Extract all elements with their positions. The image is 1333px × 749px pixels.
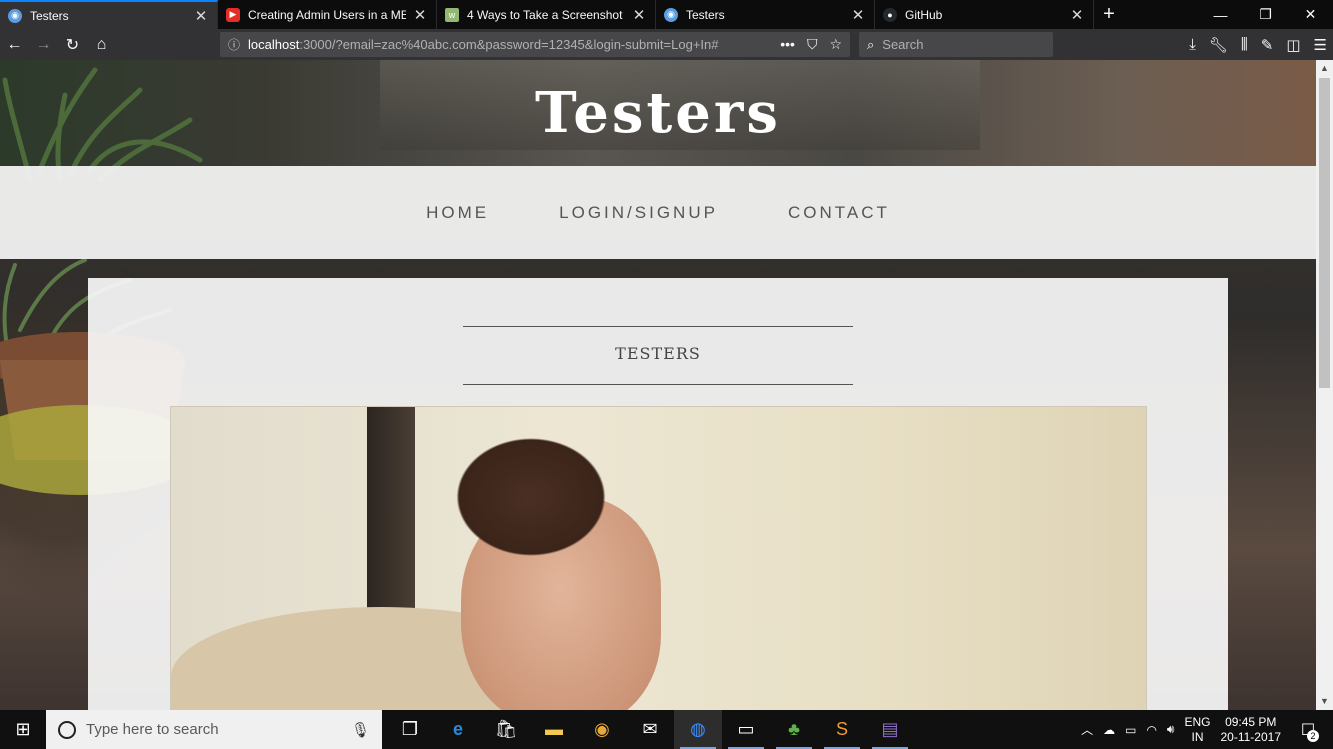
tab-title: Testers: [30, 8, 69, 23]
tab-wikihow[interactable]: w 4 Ways to Take a Screenshot on ✕: [437, 0, 656, 29]
site-nav: HOME LOGIN/SIGNUP CONTACT: [0, 166, 1316, 259]
heading-top-rule: [463, 326, 853, 327]
restore-icon[interactable]: ❐: [1243, 0, 1288, 29]
close-icon[interactable]: ✕: [193, 7, 209, 25]
store-icon[interactable]: 🛍︎: [482, 710, 530, 749]
microphone-icon[interactable]: 🎙︎: [351, 721, 370, 739]
lang-code: ENG: [1184, 714, 1211, 729]
nav-contact[interactable]: CONTACT: [788, 203, 890, 223]
winrar-icon[interactable]: ▤: [866, 710, 914, 749]
system-tray: ︿ ☁ ▭ ◠ 🔊︎ ENG IN 09:45 PM 20-11-2017 ☐ 2: [1081, 710, 1333, 749]
youtube-icon: ▶: [226, 7, 240, 22]
search-icon: ⌕: [867, 36, 875, 52]
back-icon[interactable]: ←: [0, 29, 29, 60]
new-tab-button[interactable]: +: [1094, 0, 1124, 29]
wikihow-icon: w: [445, 7, 459, 22]
info-icon[interactable]: ⓘ: [228, 36, 240, 53]
close-icon[interactable]: ✕: [850, 6, 866, 24]
menu-icon[interactable]: ☰: [1314, 36, 1327, 54]
section-heading: TESTERS: [615, 344, 701, 363]
file-explorer-icon[interactable]: ▬: [530, 710, 578, 749]
scrollbar-thumb[interactable]: [1319, 78, 1330, 388]
action-center-icon[interactable]: ☐ 2: [1291, 710, 1325, 749]
github-icon: ●: [883, 7, 897, 22]
firefox-icon[interactable]: ◍: [674, 710, 722, 749]
taskbar-apps: ❐ e 🛍︎ ▬ ◉ ✉ ◍ ▭ ♣ S ▤: [386, 710, 914, 749]
library-icon[interactable]: ⫼: [1241, 36, 1248, 53]
clock-time: 09:45 PM: [1225, 714, 1277, 729]
page-actions-icon[interactable]: •••: [780, 36, 795, 53]
page-viewport: Testers HOME LOGIN/SIGNUP CONTACT TESTER…: [0, 60, 1316, 710]
tab-github[interactable]: ● GitHub ✕: [875, 0, 1094, 29]
navigation-toolbar: ← → ↻ ⌂ ⓘ localhost :3000/?email=zac%40a…: [0, 29, 1333, 60]
clock[interactable]: 09:45 PM 20-11-2017: [1221, 715, 1282, 745]
onedrive-icon[interactable]: ☁: [1103, 723, 1115, 737]
tab-title: Creating Admin Users in a MEA: [248, 7, 406, 22]
url-path: :3000/?email=zac%40abc.com&password=1234…: [299, 37, 719, 52]
scroll-down-icon[interactable]: ▼: [1316, 693, 1333, 710]
tab-title: GitHub: [905, 7, 943, 22]
cortana-icon: [58, 720, 76, 739]
forward-icon[interactable]: →: [29, 29, 58, 60]
tab-title: 4 Ways to Take a Screenshot on: [467, 7, 625, 22]
taskbar-search[interactable]: Type here to search 🎙︎: [46, 710, 382, 749]
chrome-icon[interactable]: ◉: [578, 710, 626, 749]
toolbar-icons: ⤓ 🔧︎ ⫼ ✎ ◫ ☰: [1189, 29, 1327, 60]
tab-youtube[interactable]: ▶ Creating Admin Users in a MEA ✕: [218, 0, 437, 29]
window-controls: — ❐ ✕: [1198, 0, 1333, 29]
globe-icon: ◉: [8, 8, 22, 23]
tab-testers[interactable]: ◉ Testers ✕: [656, 0, 875, 29]
show-hidden-icons-icon[interactable]: ︿: [1081, 721, 1093, 738]
edge-icon[interactable]: e: [434, 710, 482, 749]
photo-hair: [371, 417, 661, 710]
gitkraken-icon[interactable]: ♣: [770, 710, 818, 749]
volume-icon[interactable]: 🔊︎: [1167, 722, 1175, 737]
pocket-icon[interactable]: ⛉: [807, 36, 818, 53]
taskbar-search-placeholder: Type here to search: [86, 721, 219, 738]
close-icon[interactable]: ✕: [631, 6, 647, 24]
minimize-icon[interactable]: —: [1198, 0, 1243, 29]
windows-start-icon[interactable]: ⊞: [0, 710, 46, 749]
close-window-icon[interactable]: ✕: [1288, 0, 1333, 29]
search-bar[interactable]: ⌕ Search: [859, 32, 1053, 57]
page-scrollbar[interactable]: ▲ ▼: [1316, 60, 1333, 710]
windows-taskbar: ⊞ Type here to search 🎙︎ ❐ e 🛍︎ ▬ ◉ ✉ ◍ …: [0, 710, 1333, 749]
region-code: IN: [1191, 729, 1204, 744]
battery-icon[interactable]: ▭: [1125, 723, 1136, 737]
clock-date: 20-11-2017: [1220, 729, 1282, 744]
nav-login-signup[interactable]: LOGIN/SIGNUP: [559, 203, 718, 223]
download-icon[interactable]: ⤓: [1189, 36, 1196, 53]
notification-count: 2: [1307, 730, 1319, 742]
site-brand-title[interactable]: Testers: [0, 80, 1316, 146]
tab-title: Testers: [686, 7, 725, 22]
search-placeholder: Search: [882, 37, 924, 52]
language-indicator[interactable]: ENG IN: [1184, 715, 1210, 745]
content-card: TESTERS: [88, 278, 1228, 710]
wifi-icon[interactable]: ◠: [1146, 723, 1156, 737]
sublime-text-icon[interactable]: S: [818, 710, 866, 749]
address-bar[interactable]: ⓘ localhost :3000/?email=zac%40abc.com&p…: [220, 32, 850, 57]
tab-testers-active[interactable]: ◉ Testers ✕: [0, 0, 218, 29]
globe-icon: ◉: [664, 7, 678, 22]
task-view-icon[interactable]: ❐: [386, 710, 434, 749]
bookmark-star-icon[interactable]: ☆: [829, 36, 842, 53]
scroll-up-icon[interactable]: ▲: [1316, 60, 1333, 77]
url-host: localhost: [248, 37, 300, 52]
feature-photo: [170, 406, 1147, 710]
close-icon[interactable]: ✕: [412, 6, 428, 24]
tab-strip: ◉ Testers ✕ ▶ Creating Admin Users in a …: [0, 0, 1333, 29]
close-icon[interactable]: ✕: [1069, 6, 1085, 24]
home-icon[interactable]: ⌂: [87, 29, 116, 60]
nav-home[interactable]: HOME: [426, 203, 489, 223]
terminal-icon[interactable]: ▭: [722, 710, 770, 749]
mail-icon[interactable]: ✉: [626, 710, 674, 749]
screenshot-pen-icon[interactable]: ✎: [1261, 36, 1274, 54]
wrench-icon[interactable]: 🔧︎: [1209, 36, 1228, 54]
reload-icon[interactable]: ↻: [58, 29, 87, 60]
heading-bottom-rule: [463, 384, 853, 385]
sidebar-icon[interactable]: ◫: [1286, 36, 1300, 54]
